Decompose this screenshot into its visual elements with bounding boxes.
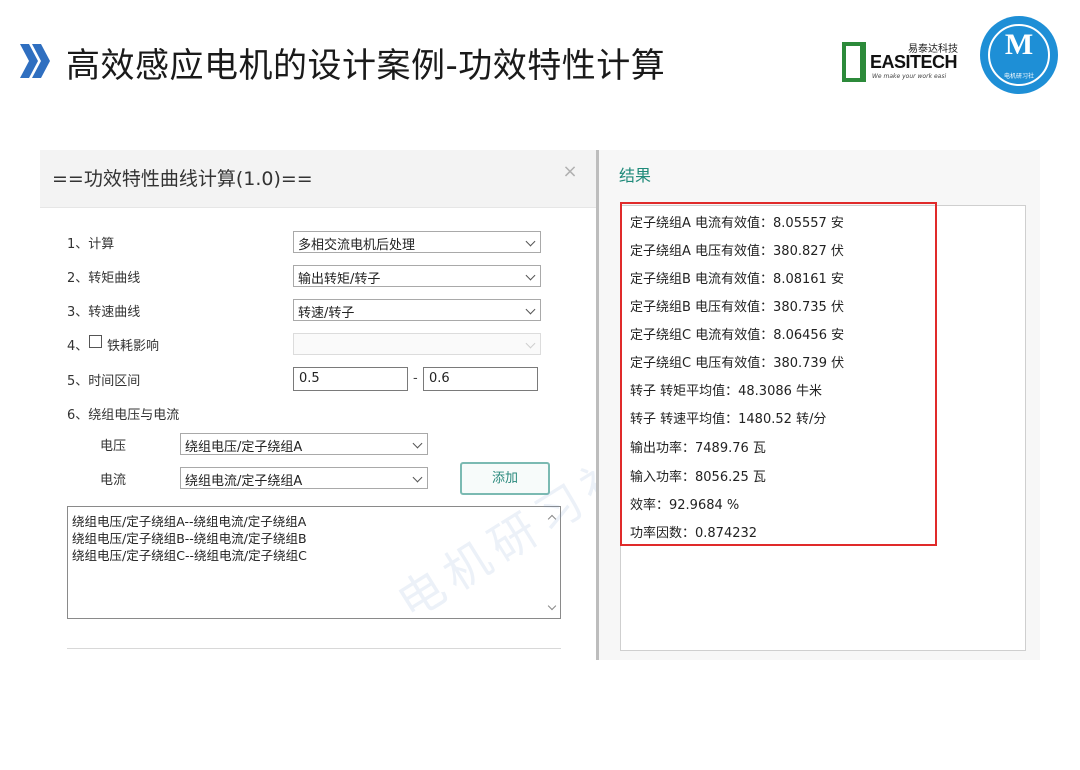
dialog-title: ==功效特性曲线计算(1.0)== — [52, 168, 313, 190]
result-line: 定子绕组C 电压有效值：380.739 伏 — [630, 356, 845, 371]
result-line: 定子绕组A 电压有效值：380.827 伏 — [630, 244, 844, 259]
result-line: 转子 转矩平均值：48.3086 牛米 — [630, 384, 823, 399]
time-start-input[interactable]: 0.5 — [293, 367, 408, 391]
torque-curve-label: 2、转矩曲线 — [67, 271, 141, 286]
footer-divider — [67, 648, 561, 649]
slide-title: 高效感应电机的设计案例-功效特性计算 — [66, 46, 666, 86]
time-end-input[interactable]: 0.6 — [423, 367, 538, 391]
chevron-down-icon — [412, 472, 423, 483]
iron-loss-label: 铁耗影响 — [107, 339, 160, 354]
motor-club-logo: M 电机研习社 — [980, 16, 1058, 94]
calc-select-value: 多相交流电机后处理 — [298, 238, 416, 253]
calc-label: 1、计算 — [67, 237, 115, 252]
calc-select[interactable]: 多相交流电机后处理 — [293, 231, 541, 253]
results-title: 结果 — [619, 166, 652, 185]
slide-header: 高效感应电机的设计案例-功效特性计算 易泰达科技 EASITECH We mak… — [0, 0, 1080, 110]
torque-curve-select[interactable]: 输出转矩/转子 — [293, 265, 541, 287]
scroll-down-arrow-icon[interactable] — [547, 603, 557, 613]
result-line: 定子绕组A 电流有效值：8.05557 安 — [630, 216, 844, 231]
iron-loss-prefix: 4、 — [67, 339, 89, 354]
time-range-label: 5、时间区间 — [67, 374, 141, 389]
list-item[interactable]: 绕组电压/定子绕组C--绕组电流/定子绕组C — [72, 545, 307, 564]
winding-section-label: 6、绕组电压与电流 — [67, 408, 180, 423]
torque-curve-value: 输出转矩/转子 — [298, 272, 381, 287]
current-select[interactable]: 绕组电流/定子绕组A — [180, 467, 428, 489]
current-select-value: 绕组电流/定子绕组A — [185, 474, 303, 489]
chevron-down-icon — [525, 338, 536, 349]
result-line: 功率因数：0.874232 — [630, 526, 758, 541]
result-line: 定子绕组C 电流有效值：8.06456 安 — [630, 328, 845, 343]
double-chevron-icon — [20, 44, 50, 78]
dialog-titlebar: ==功效特性曲线计算(1.0)== × — [40, 150, 596, 208]
iron-loss-checkbox[interactable] — [89, 335, 102, 348]
close-icon[interactable]: × — [560, 160, 580, 184]
speed-curve-label: 3、转速曲线 — [67, 305, 141, 320]
current-label: 电流 — [100, 473, 127, 488]
easitech-logo-en: EASITECH — [870, 52, 958, 72]
result-line: 效率：92.9684 % — [630, 498, 740, 513]
logo-subtitle: 电机研习社 — [1003, 73, 1034, 80]
voltage-select-value: 绕组电压/定子绕组A — [185, 440, 303, 455]
voltage-select[interactable]: 绕组电压/定子绕组A — [180, 433, 428, 455]
chevron-down-icon — [525, 236, 536, 247]
easitech-logo-tagline: We make your work easi — [872, 73, 947, 80]
chevron-down-icon — [525, 270, 536, 281]
easitech-mark-icon — [842, 42, 866, 82]
chevron-down-icon — [412, 438, 423, 449]
result-line: 输出功率：7489.76 瓦 — [630, 441, 766, 456]
speed-curve-value: 转速/转子 — [298, 306, 355, 321]
efficiency-calc-dialog: ==功效特性曲线计算(1.0)== × 1、计算 多相交流电机后处理 2、转矩曲… — [40, 150, 596, 660]
result-line: 转子 转速平均值：1480.52 转/分 — [630, 412, 827, 427]
software-screenshot: ==功效特性曲线计算(1.0)== × 1、计算 多相交流电机后处理 2、转矩曲… — [40, 150, 1040, 660]
result-line: 定子绕组B 电流有效值：8.08161 安 — [630, 272, 844, 287]
result-line: 定子绕组B 电压有效值：380.735 伏 — [630, 300, 844, 315]
result-line: 输入功率：8056.25 瓦 — [630, 470, 766, 485]
easitech-logo: 易泰达科技 EASITECH We make your work easi — [842, 38, 960, 84]
chevron-down-icon — [525, 304, 536, 315]
voltage-label: 电压 — [100, 439, 127, 454]
logo-letter: M — [1004, 28, 1034, 61]
time-range-dash: - — [413, 371, 418, 386]
results-pane: 结果 定子绕组A 电流有效值：8.05557 安 定子绕组A 电压有效值：380… — [599, 150, 1040, 660]
iron-loss-select[interactable] — [293, 333, 541, 355]
speed-curve-select[interactable]: 转速/转子 — [293, 299, 541, 321]
